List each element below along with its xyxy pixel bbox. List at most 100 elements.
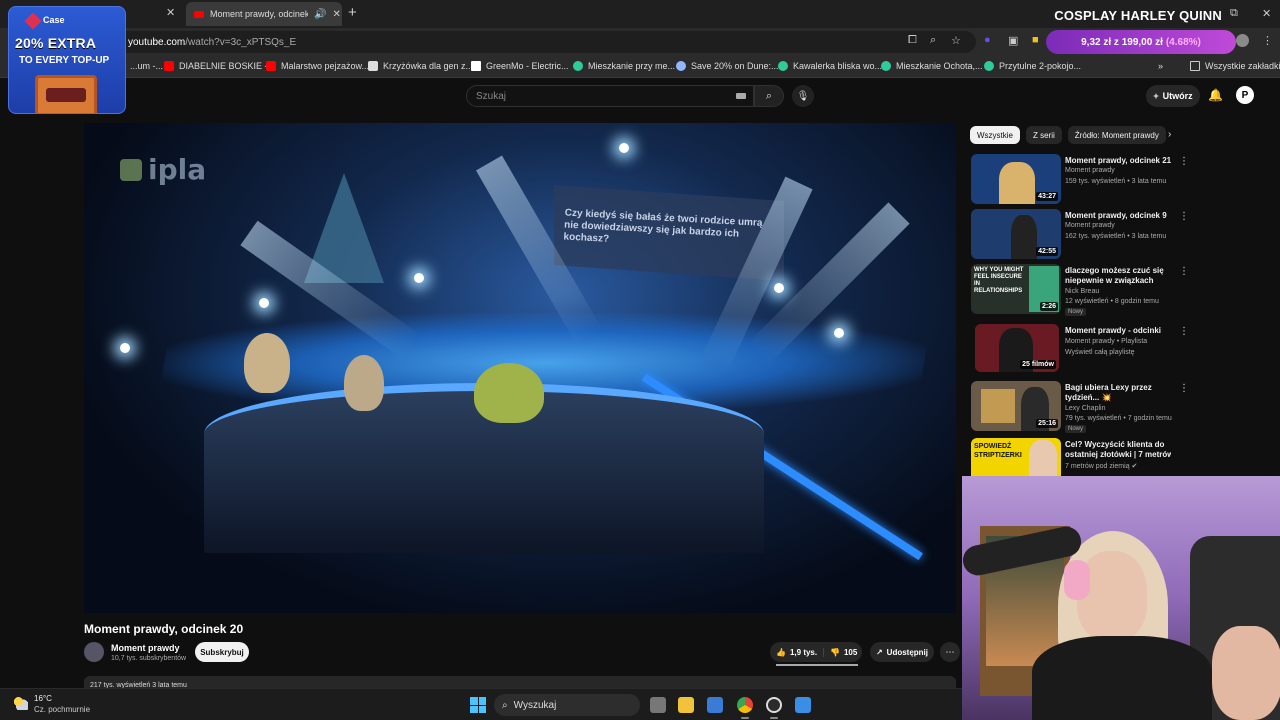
- windows-taskbar: 16°C Cz. pochmurnie ⌕ Wyszukaj: [0, 688, 962, 720]
- subscribe-button[interactable]: Subskrybuj: [195, 642, 249, 662]
- account-avatar[interactable]: P: [1236, 86, 1254, 104]
- obs-icon[interactable]: [766, 697, 782, 713]
- video-thumbnail[interactable]: WHY YOU MIGHT FEEL INSECURE IN RELATIONS…: [971, 264, 1061, 314]
- plus-icon: +: [1153, 91, 1159, 101]
- bookmark-item[interactable]: Kawalerka bliska wo...: [778, 61, 882, 71]
- close-window-icon[interactable]: ✕: [1262, 7, 1271, 20]
- bookmark-item[interactable]: Mieszkanie Ochota,...: [881, 61, 983, 71]
- url-host: youtube.com: [128, 36, 186, 48]
- price-tracker-extension[interactable]: 9,32 zł z 199,00 zł (4.68%): [1046, 30, 1236, 54]
- youtube-search-input[interactable]: Szukaj: [466, 85, 754, 107]
- promo-brand: Case: [43, 15, 65, 25]
- extension-icon[interactable]: ●: [984, 34, 991, 46]
- speaker-icon[interactable]: 🔊: [314, 9, 326, 20]
- recommendation-item[interactable]: SPOWIEDŹ STRIPTIZERKI Cel? Wyczyścić kli…: [971, 438, 1171, 476]
- extension-icon[interactable]: ■: [1032, 34, 1039, 46]
- video-thumbnail[interactable]: 25:16: [971, 381, 1061, 431]
- bookmark-item[interactable]: Mieszkanie przy me...: [573, 61, 675, 71]
- new-tab-button[interactable]: +: [348, 4, 357, 21]
- paint-icon[interactable]: [795, 697, 811, 713]
- recommendation-item[interactable]: WHY YOU MIGHT FEEL INSECURE IN RELATIONS…: [971, 264, 1189, 316]
- stage-light: [414, 273, 424, 283]
- bookmarks-bar: ...um -... DIABELNIE BOSKIE -... Malarst…: [0, 56, 1280, 78]
- more-vertical-icon[interactable]: ⋮: [1179, 156, 1189, 167]
- weather-temperature[interactable]: 16°C: [34, 694, 52, 703]
- bookmark-item[interactable]: Przytulne 2-pokojo...: [984, 61, 1081, 71]
- playlist-thumbnail[interactable]: 25 filmów: [975, 324, 1059, 372]
- recommendation-meta: 12 wyświetleń • 8 godzin temu: [1065, 298, 1159, 305]
- voice-search-button[interactable]: 🎙: [792, 85, 814, 107]
- more-vertical-icon[interactable]: ⋮: [1179, 383, 1189, 394]
- chrome-icon[interactable]: [737, 697, 753, 713]
- share-label: Udostępnij: [886, 647, 929, 657]
- crossword-icon: [368, 61, 378, 71]
- video-thumbnail[interactable]: 43:27: [971, 154, 1061, 204]
- recommendation-title: Moment prawdy, odcinek 21: [1065, 156, 1172, 165]
- channel-name[interactable]: Moment prawdy: [111, 643, 180, 653]
- restore-window-icon[interactable]: ⧉: [1230, 7, 1238, 20]
- create-button[interactable]: + Utwórz: [1146, 85, 1200, 107]
- video-player[interactable]: Czy kiedyś się bałaś że twoi rodzice umr…: [84, 123, 956, 613]
- bookmark-item[interactable]: Malarstwo pejzażow...: [266, 61, 369, 71]
- taskbar-search[interactable]: ⌕ Wyszukaj: [494, 694, 640, 716]
- more-vertical-icon[interactable]: ⋮: [1179, 266, 1189, 277]
- bookmark-item[interactable]: GreenMo - Electric...: [471, 61, 569, 71]
- playlist-item[interactable]: 25 filmów Moment prawdy - odcinki Moment…: [971, 324, 1189, 376]
- otodom-icon: [573, 61, 583, 71]
- bookmark-item[interactable]: Save 20% on Dune:...: [676, 61, 779, 71]
- url-field[interactable]: youtube.com /watch?v=3c_xPTSQs_E: [116, 31, 976, 53]
- recommendation-item[interactable]: 42:55 Moment prawdy, odcinek 9 Moment pr…: [971, 209, 1189, 261]
- video-thumbnail[interactable]: 42:55: [971, 209, 1061, 259]
- search-button[interactable]: ⌕: [754, 85, 784, 107]
- audience-member: [344, 355, 384, 411]
- chevron-right-icon[interactable]: ›: [1168, 129, 1171, 140]
- more-bookmarks-icon[interactable]: »: [1158, 61, 1163, 71]
- notifications-bell-icon[interactable]: 🔔: [1208, 88, 1223, 102]
- channel-watermark: ipla: [148, 153, 207, 186]
- task-view-icon[interactable]: [650, 697, 666, 713]
- price-progress-percent: (4.68%): [1165, 36, 1201, 48]
- like-button[interactable]: 👍 1,9 tys.: [770, 647, 824, 657]
- close-tab-icon[interactable]: ✕: [166, 6, 175, 19]
- keyboard-icon[interactable]: [736, 93, 746, 99]
- weather-description[interactable]: Cz. pochmurnie: [34, 705, 90, 714]
- streamer-arm: [1212, 626, 1280, 720]
- share-button[interactable]: ↗ Udostępnij: [870, 642, 934, 662]
- promo-subline: TO EVERY TOP-UP: [19, 55, 110, 66]
- bookmark-item[interactable]: DIABELNIE BOSKIE -...: [164, 61, 275, 71]
- windows-start-icon[interactable]: [470, 697, 486, 713]
- chip-source[interactable]: Źródło: Moment prawdy: [1067, 126, 1166, 144]
- recommendation-item[interactable]: 43:27 Moment prawdy, odcinek 21 Moment p…: [971, 154, 1189, 206]
- cast-icon[interactable]: ⧠: [908, 34, 917, 47]
- zoom-icon[interactable]: ⌕: [930, 34, 936, 47]
- bookmark-item[interactable]: Krzyżówka dla gen z...: [368, 61, 473, 71]
- subscriber-count: 10,7 tys. subskrybentów: [111, 655, 187, 662]
- dislike-button[interactable]: 👎 105: [824, 648, 857, 657]
- stage-light: [774, 283, 784, 293]
- extension-icon[interactable]: ▣: [1008, 34, 1018, 47]
- active-app-indicator: [741, 717, 749, 719]
- bookmark-item[interactable]: ...um -...: [130, 61, 163, 71]
- all-bookmarks-folder[interactable]: Wszystkie zakładki: [1190, 61, 1280, 71]
- browser-tab-active[interactable]: Moment prawdy, odcinek 20 🔊 ✕: [186, 2, 342, 26]
- close-tab-icon[interactable]: ✕: [332, 9, 340, 20]
- recommendation-channel: Moment prawdy: [1065, 167, 1115, 174]
- case-promo-overlay[interactable]: Case 20% EXTRA TO EVERY TOP-UP: [8, 6, 126, 114]
- chip-series[interactable]: Z serii: [1026, 126, 1062, 144]
- bookmark-star-icon[interactable]: ☆: [951, 34, 961, 47]
- dislike-count: 105: [843, 647, 858, 657]
- more-vertical-icon[interactable]: ⋮: [1179, 211, 1189, 222]
- more-vertical-icon[interactable]: ⋮: [1179, 326, 1189, 337]
- microsoft-store-icon[interactable]: [707, 697, 723, 713]
- channel-avatar[interactable]: [84, 642, 104, 662]
- file-explorer-icon[interactable]: [678, 697, 694, 713]
- chip-all[interactable]: Wszystkie: [970, 126, 1020, 144]
- more-actions-button[interactable]: ⋯: [940, 642, 960, 662]
- video-thumbnail[interactable]: SPOWIEDŹ STRIPTIZERKI: [971, 438, 1061, 476]
- menu-kebab-icon[interactable]: ⋮: [1262, 34, 1273, 47]
- view-full-playlist[interactable]: Wyświetl całą playlistę: [1065, 349, 1135, 356]
- recommendation-item[interactable]: 25:16 Bagi ubiera Lexy przez tydzień... …: [971, 381, 1189, 433]
- partly-cloudy-icon[interactable]: [12, 696, 28, 710]
- profile-avatar[interactable]: [1236, 34, 1249, 47]
- thumbnail-caption: WHY YOU MIGHT FEEL INSECURE IN RELATIONS…: [974, 267, 1024, 294]
